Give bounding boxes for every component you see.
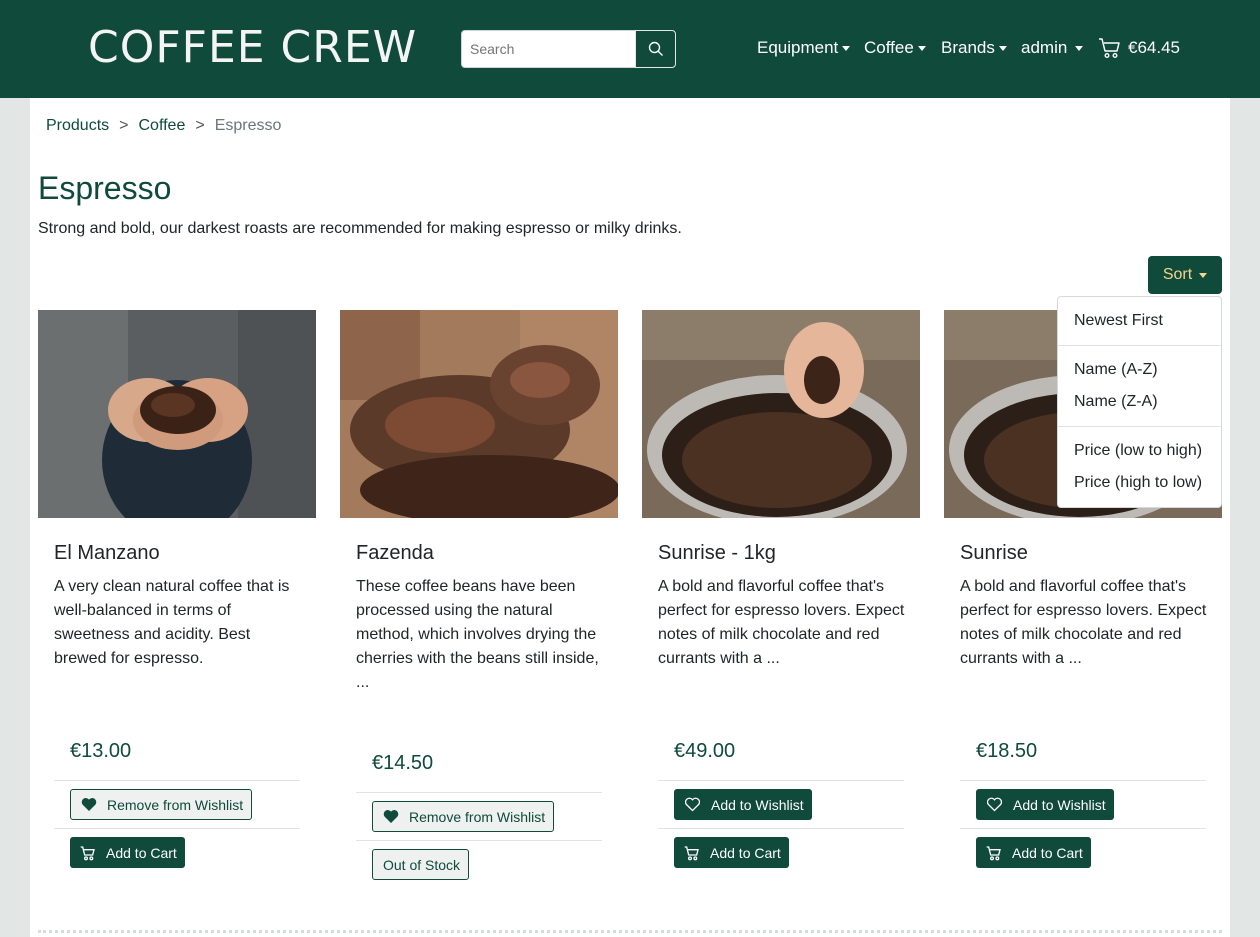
cart-icon	[80, 845, 95, 860]
divider	[960, 828, 1206, 829]
heart-icon	[383, 810, 399, 823]
cart-button-label: Add to Cart	[106, 844, 177, 861]
product-description: A bold and flavorful coffee that's perfe…	[658, 578, 905, 667]
sort-label: Sort	[1162, 266, 1193, 283]
divider	[54, 780, 300, 781]
product-image[interactable]	[642, 310, 920, 518]
breadcrumb-separator: >	[195, 117, 205, 134]
divider	[658, 828, 904, 829]
heart-icon	[81, 798, 97, 811]
wishlist-label: Remove from Wishlist	[107, 796, 244, 813]
cart-icon	[986, 845, 1001, 860]
wishlist-button[interactable]: Remove from Wishlist	[70, 789, 253, 820]
heart-outline-icon	[684, 797, 701, 812]
wishlist-button[interactable]: Remove from Wishlist	[372, 801, 555, 832]
sort-option-price-desc[interactable]: Price (high to low)	[1074, 474, 1202, 492]
divider	[960, 780, 1206, 781]
breadcrumb-products[interactable]: Products	[46, 117, 109, 135]
wishlist-button[interactable]: Add to Wishlist	[674, 789, 812, 820]
add-to-cart-button[interactable]: Add to Cart	[976, 837, 1091, 868]
main-content: Products > Coffee > Espresso Espresso St…	[30, 98, 1230, 937]
product-image[interactable]	[340, 310, 618, 518]
sort-option-name-desc[interactable]: Name (Z-A)	[1074, 393, 1158, 411]
nav-user[interactable]: admin	[1021, 38, 1084, 58]
sort-button[interactable]: Sort	[1148, 256, 1222, 294]
breadcrumb-current: Espresso	[214, 117, 282, 134]
product-name[interactable]: Fazenda	[356, 542, 434, 565]
cart-total: €64.45	[1128, 38, 1180, 57]
dropdown-divider	[1058, 345, 1221, 346]
sort-option-name-asc[interactable]: Name (A-Z)	[1074, 361, 1158, 379]
sort-dropdown-menu: Newest First Name (A-Z) Name (Z-A) Price…	[1057, 296, 1222, 508]
breadcrumb-separator: >	[119, 117, 129, 134]
page-description: Strong and bold, our darkest roasts are …	[38, 220, 682, 237]
wishlist-button[interactable]: Add to Wishlist	[976, 789, 1114, 820]
wishlist-label: Remove from Wishlist	[409, 808, 546, 825]
nav-coffee[interactable]: Coffee	[864, 38, 926, 58]
product-card: El Manzano A very clean natural coffee t…	[38, 310, 316, 880]
divider	[356, 840, 602, 841]
product-price: €18.50	[976, 740, 1038, 762]
product-price: €14.50	[372, 752, 434, 774]
search-input[interactable]	[461, 30, 636, 68]
product-description: A bold and flavorful coffee that's perfe…	[960, 578, 1207, 667]
divider	[54, 828, 300, 829]
divider	[356, 792, 602, 793]
divider	[658, 780, 904, 781]
wishlist-label: Add to Wishlist	[1013, 796, 1106, 813]
chevron-down-icon	[1199, 272, 1208, 278]
cart-link[interactable]: €64.45	[1098, 36, 1180, 60]
search-button[interactable]	[635, 30, 676, 68]
cart-button-label: Add to Cart	[1012, 844, 1083, 861]
brand-logo[interactable]: COFFEE CREW	[88, 22, 417, 73]
search-icon	[648, 41, 663, 56]
product-name[interactable]: Sunrise	[960, 542, 1028, 565]
product-image[interactable]	[38, 310, 316, 518]
nav-brands[interactable]: Brands	[941, 38, 1007, 58]
out-of-stock-button: Out of Stock	[372, 849, 470, 880]
out-of-stock-label: Out of Stock	[383, 856, 461, 873]
product-price: €49.00	[674, 740, 736, 762]
search-form	[461, 30, 676, 68]
section-divider	[38, 930, 1222, 933]
page-title: Espresso	[38, 170, 172, 206]
chevron-down-icon	[917, 45, 926, 51]
nav-equipment-label: Equipment	[757, 38, 839, 57]
product-description: These coffee beans have been processed u…	[356, 578, 599, 691]
add-to-cart-button[interactable]: Add to Cart	[70, 837, 185, 868]
cart-icon	[684, 845, 699, 860]
nav-coffee-label: Coffee	[864, 38, 914, 57]
chevron-down-icon	[998, 45, 1007, 51]
sort-option-newest[interactable]: Newest First	[1074, 312, 1163, 330]
chevron-down-icon	[842, 45, 851, 51]
product-name[interactable]: El Manzano	[54, 542, 160, 565]
top-navbar: COFFEE CREW Equipment Coffee Brands admi…	[0, 0, 1260, 98]
product-card: Sunrise - 1kg A bold and flavorful coffe…	[642, 310, 920, 880]
product-price: €13.00	[70, 740, 132, 762]
sort-option-price-asc[interactable]: Price (low to high)	[1074, 442, 1202, 460]
dropdown-divider	[1058, 426, 1221, 427]
nav-brands-label: Brands	[941, 38, 995, 57]
chevron-down-icon	[1075, 45, 1084, 51]
wishlist-label: Add to Wishlist	[711, 796, 804, 813]
nav-equipment[interactable]: Equipment	[757, 38, 851, 58]
breadcrumb-coffee[interactable]: Coffee	[138, 117, 185, 135]
cart-icon	[1099, 38, 1120, 59]
product-name[interactable]: Sunrise - 1kg	[658, 542, 776, 565]
add-to-cart-button[interactable]: Add to Cart	[674, 837, 789, 868]
breadcrumb: Products > Coffee > Espresso	[46, 117, 281, 135]
nav-user-label: admin	[1021, 38, 1068, 57]
product-card: Fazenda These coffee beans have been pro…	[340, 310, 618, 880]
cart-button-label: Add to Cart	[710, 844, 781, 861]
product-description: A very clean natural coffee that is well…	[54, 578, 290, 667]
heart-outline-icon	[986, 797, 1003, 812]
